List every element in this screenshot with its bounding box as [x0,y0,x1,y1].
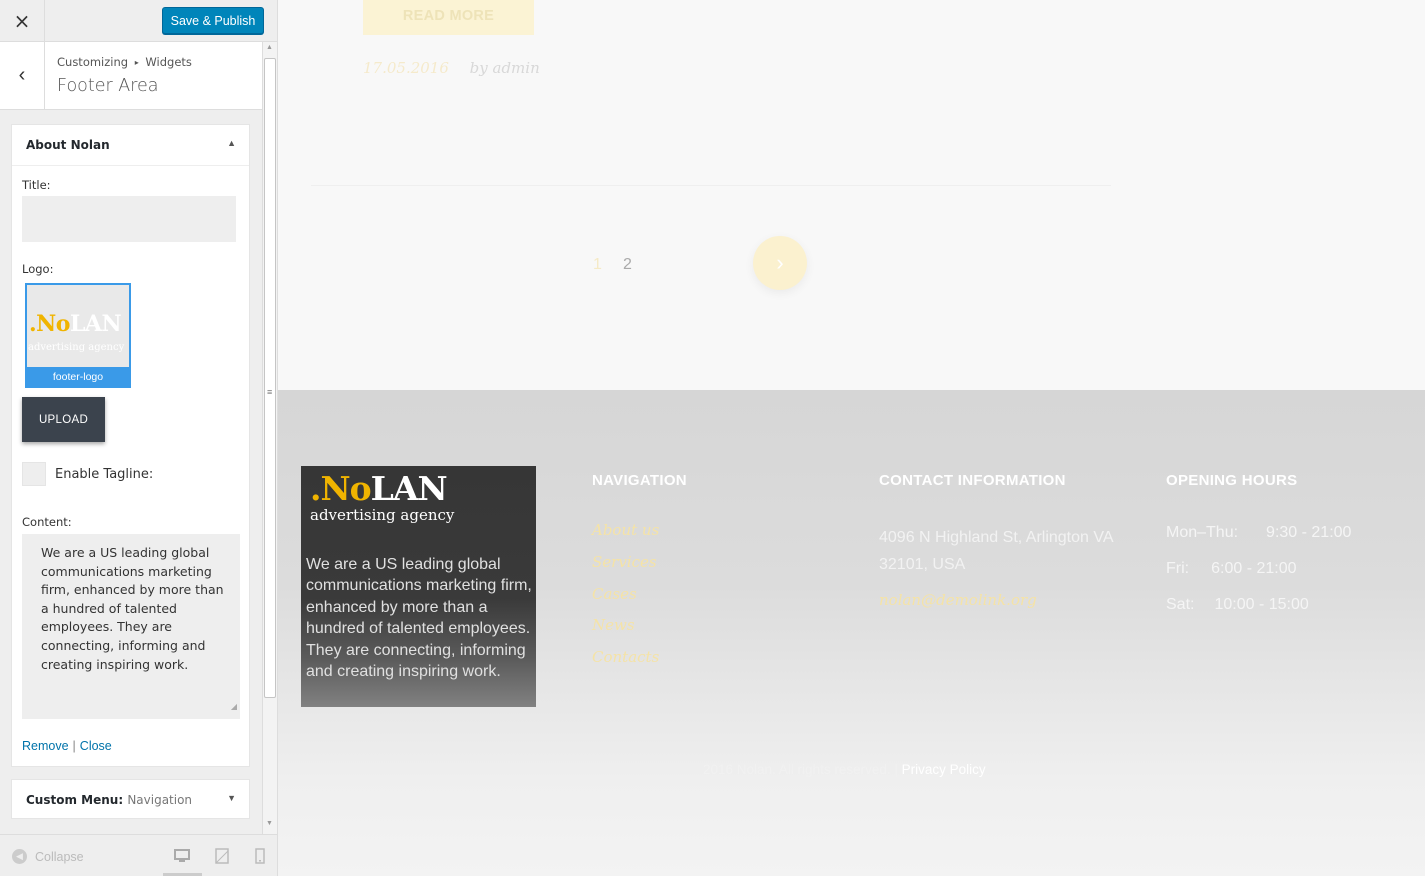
section-title: Footer Area [57,76,159,96]
site-preview: READ MORE 17.05.2016 by admin 1 2 › .NoL… [278,0,1425,876]
content-label: Content: [22,515,72,529]
site-footer: .NoLAN advertising agency We are a US le… [278,390,1425,876]
customizer-header: × Save & Publish [0,0,277,42]
footer-logo-no: .No [310,469,372,508]
hours-day: Mon–Thu: [1166,524,1239,541]
widget-actions: Remove | Close [22,739,112,753]
customizer-sidebar: × Save & Publish ‹ Customizing ▸ Widgets… [0,0,278,876]
next-page-button[interactable]: › [753,236,807,290]
footer-nav-list: About us Services Cases News Contacts [592,521,659,680]
upload-button[interactable]: UPLOAD [22,397,105,442]
hours-time: 10:00 - 15:00 [1214,596,1309,613]
tablet-preview-icon[interactable] [213,847,231,865]
breadcrumb-root: Customizing [57,55,129,69]
section-header: ‹ Customizing ▸ Widgets Footer Area [0,42,262,110]
content-textarea[interactable]: We are a US leading global communication… [22,534,240,719]
collapse-button[interactable]: ◀ Collapse [12,849,84,864]
copyright: 2016 Nolan. All rights reserved. | Priva… [703,762,986,777]
footer-nav-item[interactable]: Services [592,553,659,585]
footer-navigation-heading: NAVIGATION [592,472,687,489]
hours-day: Sat: [1166,596,1195,613]
read-more-button[interactable]: READ MORE [363,0,534,35]
back-button[interactable]: ‹ [0,42,45,109]
logo-thumbnail[interactable]: .NoLAN advertising agency footer-logo [25,283,131,388]
post-date[interactable]: 17.05.2016 [363,59,449,77]
footer-nav-item[interactable]: About us [592,521,659,553]
copyright-text: 2016 Nolan. All rights reserved. | [703,762,898,777]
hours-row: Fri: 6:00 - 21:00 [1166,560,1297,578]
post-author[interactable]: by admin [470,59,540,77]
footer-nav-item[interactable]: Contacts [592,648,659,680]
footer-address: 4096 N Highland St, Arlington VA 32101, … [879,529,1113,573]
scroll-down-icon[interactable]: ▼ [266,820,273,827]
panel-scrollbar[interactable]: ▲ ≡ ▼ [262,42,277,834]
widget-header[interactable]: About Nolan ▲ [12,125,249,166]
footer-hours-heading: OPENING HOURS [1166,472,1298,489]
collapse-icon: ◀ [12,849,27,864]
expand-arrow-icon[interactable]: ▼ [227,793,236,803]
logo-label: Logo: [22,262,54,276]
footer-about-widget[interactable]: .NoLAN advertising agency We are a US le… [301,466,536,707]
enable-tagline-checkbox[interactable] [22,462,46,486]
breadcrumb-child: Widgets [145,55,192,69]
actions-separator: | [72,739,76,753]
footer-about-text: We are a US leading global communication… [306,556,532,681]
footer-logo-lan: LAN [370,469,448,508]
footer-contact-heading: CONTACT INFORMATION [879,472,1066,489]
footer-nav-item[interactable]: News [592,616,659,648]
widget-menu-title: Custom Menu: [26,793,124,807]
logo-no-text: .No [29,311,70,337]
chevron-left-icon: ‹ [18,64,26,86]
logo-image: .NoLAN advertising agency [27,285,129,367]
logo-lan-text: LAN [69,311,122,337]
widget-about-nolan: About Nolan ▲ Title: Logo: .NoLAN advert… [11,124,250,767]
scrollbar-grip-icon: ≡ [267,387,273,397]
enable-tagline-label: Enable Tagline: [55,467,154,482]
mobile-preview-icon[interactable] [251,847,269,865]
breadcrumb: Customizing ▸ Widgets [57,55,192,69]
remove-link[interactable]: Remove [22,739,69,753]
hours-row: Sat: 10:00 - 15:00 [1166,596,1309,614]
hours-time: 9:30 - 21:00 [1266,524,1352,541]
close-link[interactable]: Close [80,739,112,753]
pagination-page-2[interactable]: 2 [623,256,632,274]
footer-email-link[interactable]: nolan@demolink.org [879,591,1037,609]
desktop-preview-icon[interactable] [173,847,191,865]
customizer-footer: ◀ Collapse [0,834,277,876]
widget-title: Custom Menu: Navigation [26,793,192,807]
widget-title: About Nolan [26,138,110,152]
close-customizer-button[interactable]: × [0,0,45,41]
breadcrumb-separator-icon: ▸ [134,58,139,67]
resize-handle-icon[interactable]: ◢ [231,698,237,717]
widget-custom-menu[interactable]: Custom Menu: Navigation ▼ [11,779,250,819]
footer-logo: .NoLAN [310,469,448,508]
collapse-label: Collapse [35,849,84,864]
footer-logo-tagline: advertising agency [310,506,455,524]
widget-menu-subtitle: Navigation [127,793,193,807]
title-input[interactable] [22,196,236,242]
collapse-arrow-icon[interactable]: ▲ [227,138,236,148]
scroll-up-icon[interactable]: ▲ [266,44,273,51]
footer-nav-item[interactable]: Cases [592,585,659,617]
save-publish-button[interactable]: Save & Publish [162,7,264,34]
privacy-policy-link[interactable]: Privacy Policy [902,762,986,777]
title-label: Title: [22,178,51,192]
hours-time: 6:00 - 21:00 [1211,560,1297,577]
pagination-page-1[interactable]: 1 [593,256,602,274]
scrollbar-thumb[interactable]: ≡ [264,58,276,698]
hours-day: Fri: [1166,560,1190,577]
chevron-right-icon: › [776,250,784,275]
hours-row: Mon–Thu: 9:30 - 21:00 [1166,524,1351,542]
logo-tagline: advertising agency [28,342,125,353]
content-divider [311,185,1111,186]
logo-caption: footer-logo [27,367,129,386]
close-icon: × [13,8,31,33]
post-meta: 17.05.2016 by admin [363,59,540,77]
customizer-panel: ‹ Customizing ▸ Widgets Footer Area Abou… [0,42,262,834]
content-text: We are a US leading global communication… [41,545,224,672]
